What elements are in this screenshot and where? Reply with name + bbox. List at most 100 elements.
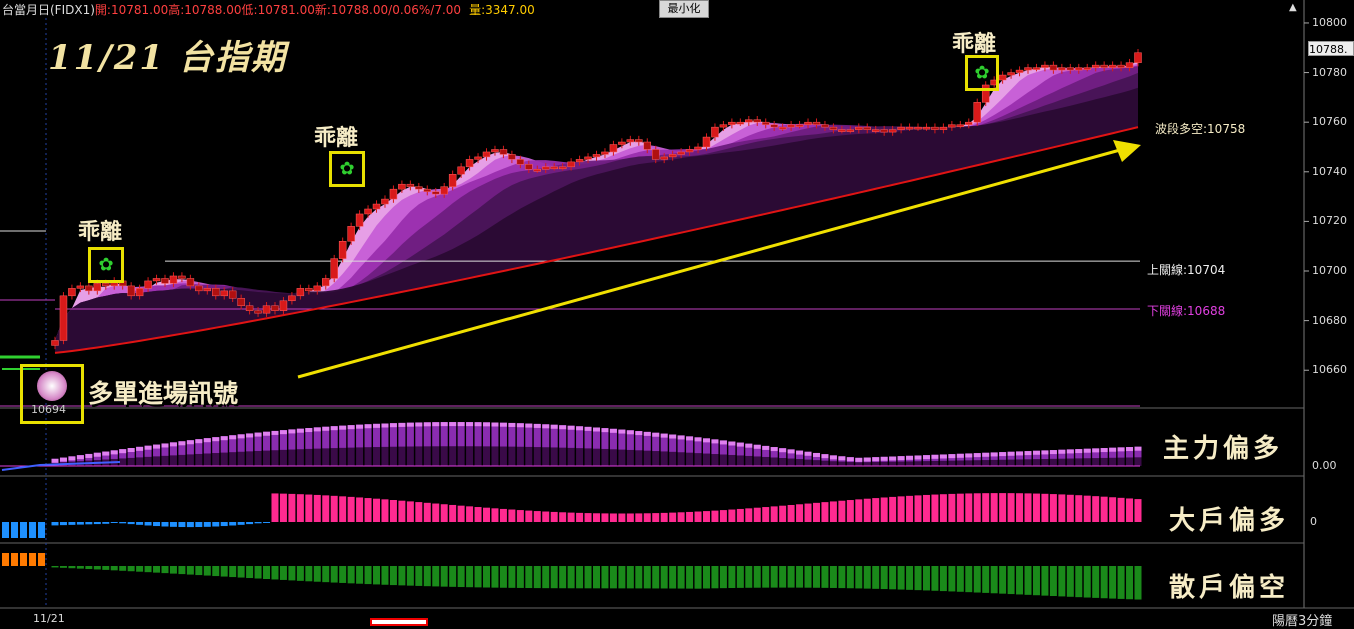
period-label[interactable]: 陽曆3分鐘 xyxy=(1272,610,1332,629)
candle xyxy=(313,285,322,292)
minimize-button[interactable]: 最小化 xyxy=(659,0,709,18)
big-player-bar xyxy=(457,505,465,522)
big-player-bar xyxy=(652,513,660,522)
main-force-bar xyxy=(567,425,575,430)
big-player-bar xyxy=(762,507,770,522)
candle xyxy=(415,186,423,190)
big-player-bar xyxy=(770,506,778,522)
retail-bar xyxy=(516,566,524,588)
current-price-tag: 10788. xyxy=(1308,41,1354,56)
big-player-bar xyxy=(889,496,897,522)
divergence-signal-1[interactable]: ✿ xyxy=(88,247,124,283)
candle xyxy=(770,124,778,128)
candle xyxy=(381,198,389,205)
big-player-bar xyxy=(322,495,330,522)
big-player-bar xyxy=(660,512,668,522)
candle xyxy=(1134,52,1142,63)
retail-label: 散戶偏空 xyxy=(1169,573,1290,603)
retail-bar xyxy=(880,566,888,590)
big-player-bar xyxy=(466,506,474,522)
price-tick: 10800 xyxy=(1312,15,1347,29)
main-force-bar xyxy=(449,422,457,427)
main-force-bar xyxy=(93,452,101,457)
big-player-bar xyxy=(601,513,609,522)
big-player-bar xyxy=(694,511,702,522)
candle xyxy=(939,126,948,130)
candle xyxy=(525,164,533,170)
candle xyxy=(76,285,85,289)
retail-bar xyxy=(906,566,914,590)
big-player-bar xyxy=(212,522,220,527)
main-force-bar xyxy=(330,426,338,431)
main-force-bar xyxy=(432,422,440,427)
scroll-marker[interactable] xyxy=(370,618,428,626)
main-force-bar xyxy=(948,454,956,459)
retail-bar xyxy=(686,566,694,589)
big-player-bar xyxy=(51,522,59,526)
candle xyxy=(998,74,1007,81)
divergence-signal-3[interactable]: ✿ xyxy=(965,55,999,91)
retail-bar xyxy=(618,566,626,589)
candle xyxy=(499,149,508,155)
candle xyxy=(702,136,711,148)
main-force-bar xyxy=(373,423,381,428)
big-player-bar xyxy=(956,493,964,522)
candle xyxy=(220,290,228,297)
retail-bar xyxy=(20,553,27,566)
retail-bar xyxy=(838,566,846,589)
candle xyxy=(660,156,668,160)
entry-signal[interactable]: 10694 xyxy=(20,364,84,424)
retail-bar xyxy=(1066,566,1074,597)
candle xyxy=(186,278,195,287)
big-player-bar xyxy=(161,522,169,527)
candle xyxy=(1091,64,1100,68)
candle xyxy=(271,305,279,311)
big-player-bar xyxy=(474,507,482,522)
main-force-label: 主力偏多 xyxy=(1163,434,1284,464)
candle xyxy=(592,154,601,158)
main-force-bar xyxy=(169,442,177,447)
retail-bar xyxy=(914,566,922,591)
candle xyxy=(245,305,254,311)
candle xyxy=(651,149,660,160)
candle xyxy=(1100,64,1108,68)
candle xyxy=(423,188,432,192)
candle xyxy=(516,159,525,165)
candle xyxy=(262,305,271,314)
retail-bar xyxy=(1134,566,1142,600)
candle xyxy=(728,121,736,125)
big-player-bar xyxy=(85,522,93,525)
high-value: 高:10788.00 xyxy=(168,3,242,17)
main-force-bar xyxy=(398,422,406,427)
retail-bar xyxy=(626,566,634,589)
divergence-signal-2[interactable]: ✿ xyxy=(329,151,365,187)
retail-bar xyxy=(483,566,491,588)
main-force-bar xyxy=(787,449,795,454)
retail-bar xyxy=(373,566,381,585)
price-tick: 10700 xyxy=(1312,264,1347,277)
retail-bar xyxy=(542,566,550,589)
big-player-bar xyxy=(567,512,575,522)
candle xyxy=(905,126,914,130)
candle xyxy=(431,191,440,195)
wave-line-label: 波段多空:10758 xyxy=(1155,122,1246,136)
big-player-bar xyxy=(711,510,719,522)
candle xyxy=(347,226,355,242)
retail-bar xyxy=(271,566,279,580)
dragon-icon: ✿ xyxy=(339,158,355,180)
chevron-up-icon[interactable]: ▲ xyxy=(1289,2,1301,14)
price-tick: 10680 xyxy=(1312,313,1347,327)
retail-bar xyxy=(415,566,423,586)
big-player-bar xyxy=(356,497,364,522)
main-force-bar xyxy=(296,428,304,433)
main-force-bar xyxy=(1109,447,1117,452)
retail-bar xyxy=(203,566,211,576)
retail-bar xyxy=(1083,566,1091,598)
price-tick: 10660 xyxy=(1312,363,1347,377)
main-force-bar xyxy=(846,457,854,462)
retail-bar xyxy=(897,566,905,590)
candle xyxy=(1024,67,1032,71)
candle xyxy=(1015,69,1024,73)
candle xyxy=(59,295,68,341)
main-force-bar xyxy=(939,454,947,459)
